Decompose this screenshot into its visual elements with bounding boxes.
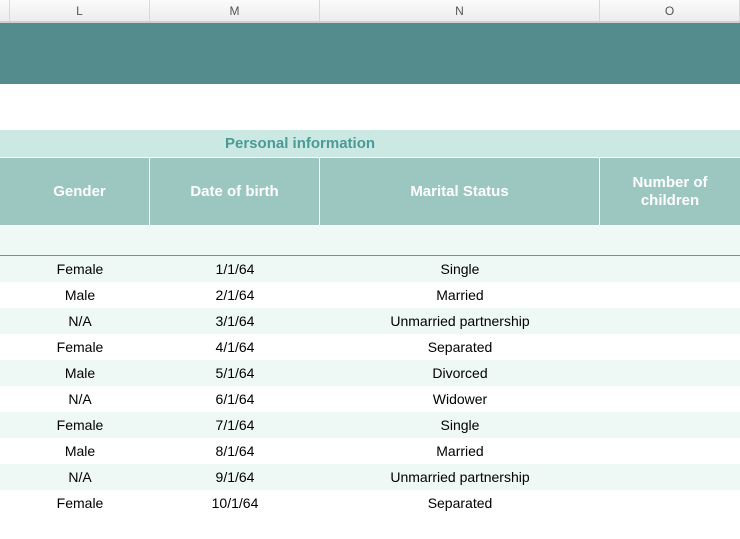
stub	[0, 464, 10, 490]
column-header-N[interactable]: N	[320, 0, 600, 21]
table-row[interactable]: Female7/1/64Single	[0, 412, 740, 438]
stub	[0, 334, 10, 360]
cell-marital[interactable]: Unmarried partnership	[320, 464, 600, 490]
cell-gender[interactable]: Female	[10, 412, 150, 438]
cell-children[interactable]	[600, 490, 740, 516]
cell-children[interactable]	[600, 386, 740, 412]
stub	[0, 282, 10, 308]
header-children[interactable]: Number of children	[600, 158, 740, 225]
cell-marital[interactable]: Married	[320, 438, 600, 464]
cell-children[interactable]	[600, 360, 740, 386]
column-letter-bar: L M N O	[0, 0, 740, 22]
banner-band	[0, 22, 740, 84]
header-dob[interactable]: Date of birth	[150, 158, 320, 225]
cell-children[interactable]	[600, 282, 740, 308]
cell-children[interactable]	[600, 464, 740, 490]
column-header-L[interactable]: L	[10, 0, 150, 21]
table-row[interactable]: Male8/1/64Married	[0, 438, 740, 464]
table-row[interactable]: Female4/1/64Separated	[0, 334, 740, 360]
cell-marital[interactable]: Separated	[320, 490, 600, 516]
cell-dob[interactable]: 7/1/64	[150, 412, 320, 438]
cell-marital[interactable]: Single	[320, 412, 600, 438]
table-row[interactable]: Female1/1/64Single	[0, 256, 740, 282]
stub	[0, 308, 10, 334]
cell-dob[interactable]: 8/1/64	[150, 438, 320, 464]
stub	[0, 438, 10, 464]
cell-children[interactable]	[600, 412, 740, 438]
stub	[0, 386, 10, 412]
table-row[interactable]: Female10/1/64Separated	[0, 490, 740, 516]
table-row[interactable]: N/A9/1/64Unmarried partnership	[0, 464, 740, 490]
stub	[0, 0, 10, 21]
cell-children[interactable]	[600, 438, 740, 464]
cell-dob[interactable]: 4/1/64	[150, 334, 320, 360]
cell-dob[interactable]: 1/1/64	[150, 256, 320, 282]
stub	[0, 490, 10, 516]
stub	[0, 256, 10, 282]
column-header-O[interactable]: O	[600, 0, 740, 21]
cell-marital[interactable]: Married	[320, 282, 600, 308]
table-row[interactable]: N/A6/1/64Widower	[0, 386, 740, 412]
cell-gender[interactable]: N/A	[10, 308, 150, 334]
table-body: Female1/1/64SingleMale2/1/64MarriedN/A3/…	[0, 256, 740, 516]
cell-gender[interactable]: Female	[10, 490, 150, 516]
cell-gender[interactable]: Male	[10, 438, 150, 464]
column-header-M[interactable]: M	[150, 0, 320, 21]
stub	[0, 412, 10, 438]
cell-gender[interactable]: N/A	[10, 464, 150, 490]
cell-marital[interactable]: Widower	[320, 386, 600, 412]
cell-dob[interactable]: 10/1/64	[150, 490, 320, 516]
table-row[interactable]: Male2/1/64Married	[0, 282, 740, 308]
section-title[interactable]: Personal information	[0, 130, 740, 158]
spacer	[0, 84, 740, 130]
cell-children[interactable]	[600, 308, 740, 334]
cell-dob[interactable]: 5/1/64	[150, 360, 320, 386]
cell-gender[interactable]: Female	[10, 334, 150, 360]
cell-dob[interactable]: 2/1/64	[150, 282, 320, 308]
cell-marital[interactable]: Separated	[320, 334, 600, 360]
table-row[interactable]: N/A3/1/64Unmarried partnership	[0, 308, 740, 334]
stub	[0, 360, 10, 386]
cell-dob[interactable]: 6/1/64	[150, 386, 320, 412]
stub	[0, 158, 10, 225]
header-marital[interactable]: Marital Status	[320, 158, 600, 225]
cell-dob[interactable]: 3/1/64	[150, 308, 320, 334]
cell-marital[interactable]: Unmarried partnership	[320, 308, 600, 334]
cell-children[interactable]	[600, 334, 740, 360]
table-header-row: Gender Date of birth Marital Status Numb…	[0, 158, 740, 226]
spacer-row[interactable]	[0, 226, 740, 256]
cell-children[interactable]	[600, 256, 740, 282]
cell-dob[interactable]: 9/1/64	[150, 464, 320, 490]
cell-gender[interactable]: N/A	[10, 386, 150, 412]
cell-gender[interactable]: Female	[10, 256, 150, 282]
cell-gender[interactable]: Male	[10, 282, 150, 308]
cell-marital[interactable]: Divorced	[320, 360, 600, 386]
table-row[interactable]: Male5/1/64Divorced	[0, 360, 740, 386]
cell-gender[interactable]: Male	[10, 360, 150, 386]
header-gender[interactable]: Gender	[10, 158, 150, 225]
cell-marital[interactable]: Single	[320, 256, 600, 282]
